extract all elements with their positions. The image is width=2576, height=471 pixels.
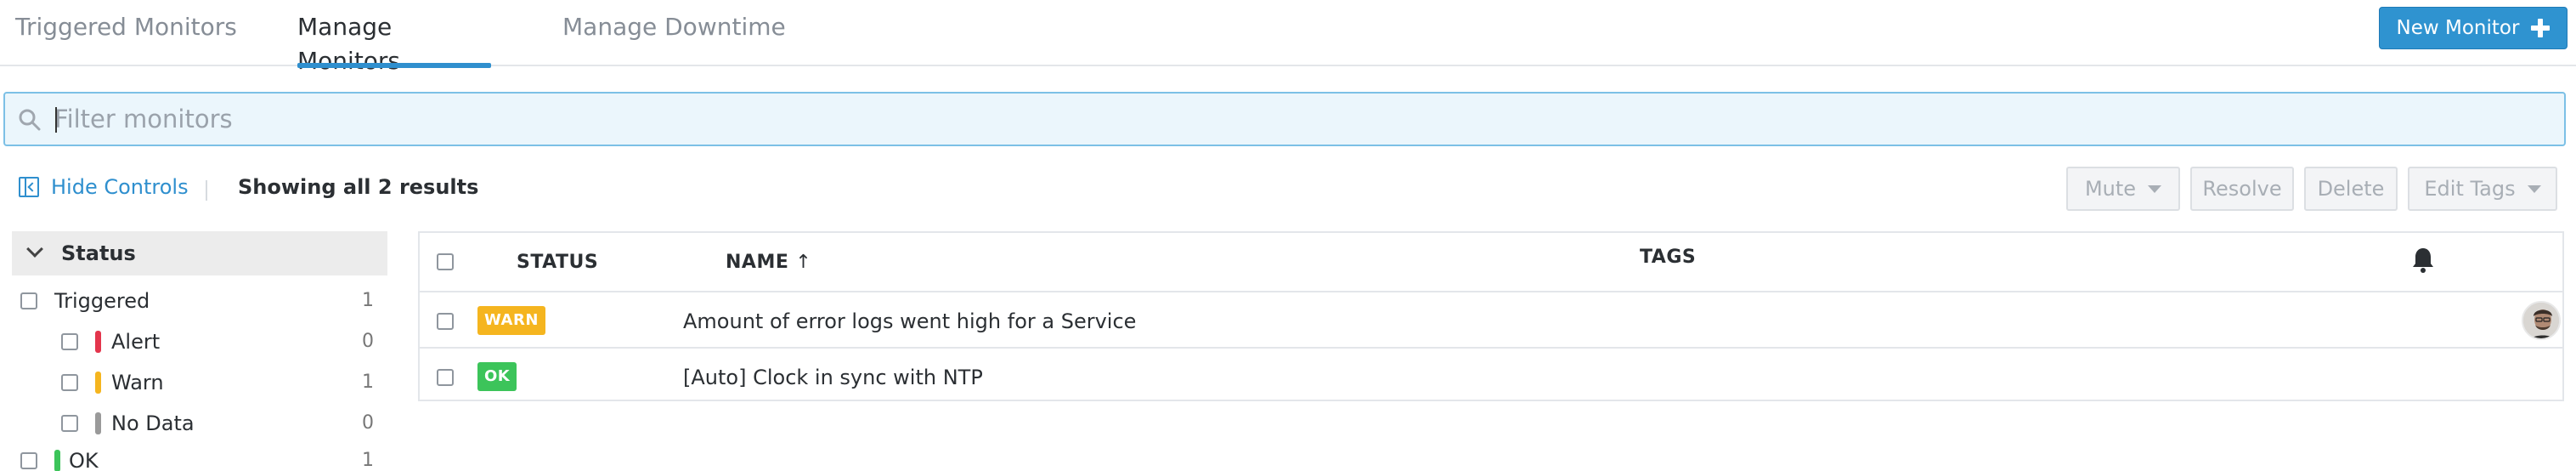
resolve-button[interactable]: Resolve [2190, 167, 2294, 211]
tab-manage-monitors[interactable]: Manage Monitors [297, 10, 491, 75]
edit-tags-label: Edit Tags [2424, 177, 2516, 201]
facet-label: Warn [111, 371, 164, 394]
chevron-down-icon [2148, 184, 2162, 193]
filter-search-bar [3, 92, 2566, 146]
sort-ascending-icon: ↑ [795, 252, 812, 273]
table-row[interactable]: WARN Amount of error logs went high for … [420, 294, 2562, 349]
name-column-header[interactable]: NAME ↑ [726, 250, 811, 275]
text-cursor [55, 107, 57, 133]
ok-checkbox[interactable] [20, 452, 37, 469]
warn-status-bar [95, 372, 101, 394]
mute-label: Mute [2084, 177, 2137, 201]
no-data-checkbox[interactable] [61, 415, 78, 432]
new-monitor-label: New Monitor [2396, 17, 2520, 39]
warn-checkbox[interactable] [61, 374, 78, 391]
facet-count: 1 [362, 372, 374, 393]
chevron-down-icon [2527, 184, 2541, 193]
filter-monitors-input[interactable] [54, 94, 2552, 145]
hide-controls-button[interactable]: Hide Controls [19, 175, 189, 199]
facet-count: 0 [362, 331, 374, 352]
plus-icon [2531, 19, 2551, 37]
collapse-panel-icon [19, 177, 39, 197]
triggered-checkbox[interactable] [20, 292, 37, 309]
status-facet-header[interactable]: Status [12, 231, 387, 275]
edit-tags-button[interactable]: Edit Tags [2408, 167, 2557, 211]
delete-label: Delete [2317, 177, 2385, 201]
new-monitor-button[interactable]: New Monitor [2379, 7, 2568, 49]
ok-status-bar [54, 450, 60, 471]
row-checkbox[interactable] [437, 369, 454, 386]
facet-count: 1 [362, 290, 374, 311]
no-data-status-bar [95, 412, 101, 434]
monitor-name-link[interactable]: Amount of error logs went high for a Ser… [683, 294, 1136, 349]
facet-item-alert[interactable]: Alert 0 [61, 325, 374, 359]
facet-item-triggered[interactable]: Triggered 1 [20, 284, 374, 318]
tab-triggered-monitors[interactable]: Triggered Monitors [15, 10, 237, 66]
tab-bar: Triggered Monitors Manage Monitors Manag… [0, 0, 2576, 75]
alert-checkbox[interactable] [61, 333, 78, 350]
facet-label: Triggered [54, 289, 150, 313]
results-count: Showing all 2 results [238, 175, 479, 199]
hide-controls-label: Hide Controls [51, 175, 189, 199]
table-row[interactable]: OK [Auto] Clock in sync with NTP [420, 350, 2562, 405]
facet-title: Status [61, 241, 136, 265]
monitors-table: STATUS NAME ↑ TAGS WARN Amount of error l… [418, 231, 2564, 401]
row-checkbox[interactable] [437, 313, 454, 330]
facet-label: No Data [111, 411, 195, 435]
status-badge: WARN [477, 306, 545, 335]
facet-item-no-data[interactable]: No Data 0 [61, 406, 374, 440]
facet-count: 0 [362, 412, 374, 434]
select-all-checkbox[interactable] [437, 253, 454, 270]
tags-column-header[interactable]: TAGS [1640, 245, 1696, 270]
facet-item-warn[interactable]: Warn 1 [61, 366, 374, 400]
divider [206, 180, 207, 201]
facet-label: Alert [111, 330, 161, 354]
status-badge: OK [477, 362, 517, 391]
tab-manage-downtime[interactable]: Manage Downtime [562, 10, 786, 66]
user-avatar-icon [2523, 303, 2559, 338]
alert-status-bar [95, 331, 101, 353]
resolve-label: Resolve [2202, 177, 2282, 201]
avatar [2522, 301, 2561, 340]
facet-label: OK [69, 449, 99, 471]
facet-count: 1 [362, 450, 374, 471]
monitor-name-link[interactable]: [Auto] Clock in sync with NTP [683, 350, 983, 405]
search-icon [19, 109, 41, 131]
chevron-down-icon [26, 241, 43, 258]
bell-icon[interactable] [2411, 247, 2435, 274]
table-header: STATUS NAME ↑ TAGS [420, 233, 2562, 292]
name-column-label: NAME [726, 252, 789, 273]
facet-item-ok[interactable]: OK 1 [20, 444, 374, 471]
status-column-header[interactable]: STATUS [517, 250, 598, 275]
mute-button[interactable]: Mute [2066, 167, 2180, 211]
delete-button[interactable]: Delete [2304, 167, 2398, 211]
